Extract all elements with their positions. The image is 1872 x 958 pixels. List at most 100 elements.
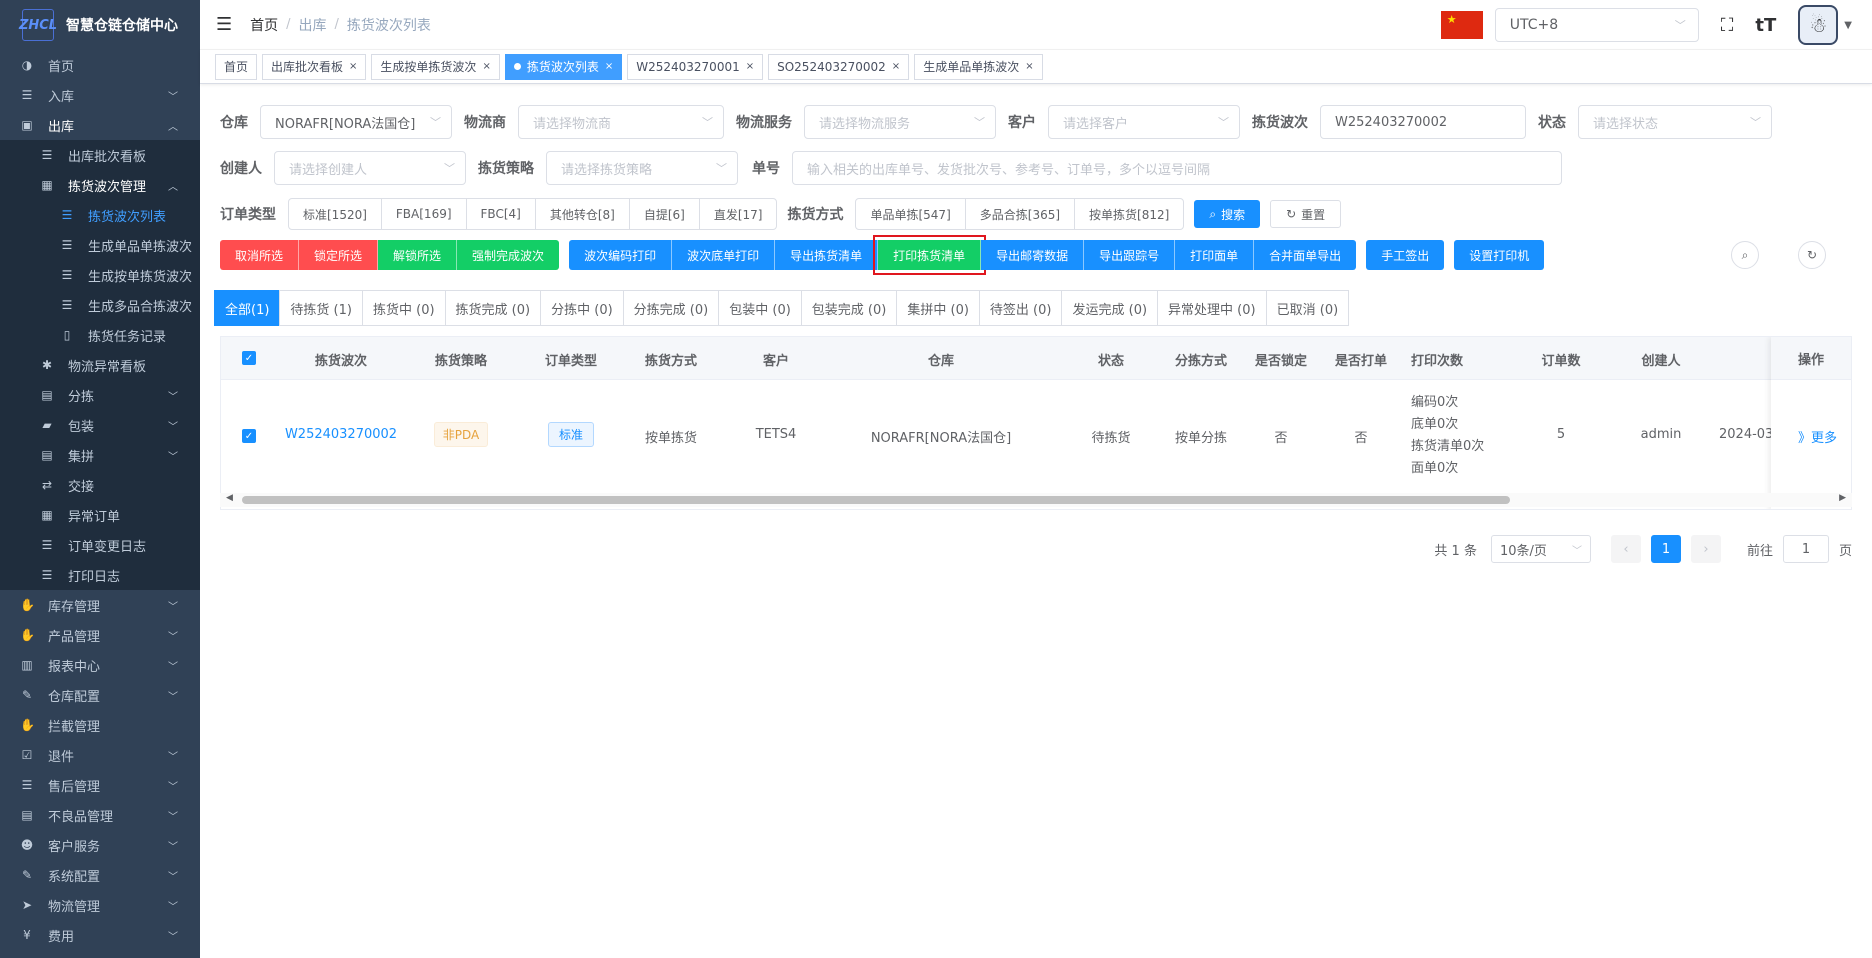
sidebar-item-16[interactable]: ☰ 订单变更日志	[0, 530, 200, 560]
action-button-print-4[interactable]: 导出邮寄数据	[981, 240, 1085, 270]
tab-6[interactable]: 生成单品单拣波次 ×	[914, 53, 1043, 80]
close-icon[interactable]: ×	[605, 61, 613, 72]
tab-0[interactable]: 首页	[215, 53, 258, 80]
wave-link[interactable]: W252403270002	[281, 427, 401, 442]
tab-2[interactable]: 生成按单拣货波次 ×	[371, 53, 500, 80]
prev-page-button[interactable]: ‹	[1610, 535, 1641, 563]
status-tab-12[interactable]: 已取消 (0)	[1265, 290, 1350, 326]
scroll-left-icon[interactable]: ◀	[226, 493, 233, 503]
sidebar-item-6[interactable]: ☰ 生成单品单拣波次	[0, 230, 200, 260]
search-toggle-icon[interactable]: ⌕	[1731, 241, 1759, 269]
pick-mode-option-1[interactable]: 多品合拣[365]	[964, 198, 1076, 230]
scroll-thumb[interactable]	[242, 496, 1510, 504]
breadcrumb-outbound[interactable]: 出库	[299, 15, 327, 35]
status-tab-4[interactable]: 分拣中 (0)	[540, 290, 624, 326]
sidebar-item-24[interactable]: ☰ 售后管理 ﹀	[0, 770, 200, 800]
china-flag-icon[interactable]: ★	[1440, 11, 1483, 39]
status-tab-7[interactable]: 包装完成 (0)	[800, 290, 898, 326]
order-number-input[interactable]: 输入相关的出库单号、发货批次号、参考号、订单号，多个以逗号间隔	[792, 151, 1562, 185]
sidebar-item-10[interactable]: ✱ 物流异常看板	[0, 350, 200, 380]
wave-input[interactable]: W252403270002	[1320, 105, 1526, 139]
order-type-option-2[interactable]: FBC[4]	[465, 198, 536, 230]
set-printer-button[interactable]: 设置打印机	[1454, 240, 1545, 270]
timezone-select[interactable]: UTC+8 ﹀	[1494, 8, 1699, 42]
status-tab-9[interactable]: 待签出 (0)	[978, 290, 1063, 326]
caret-down-icon[interactable]: ▼	[1844, 20, 1852, 31]
pick-mode-option-0[interactable]: 单品单拣[547]	[855, 198, 966, 230]
tab-5[interactable]: SO252403270002 ×	[768, 53, 910, 80]
sidebar-item-7[interactable]: ☰ 生成按单拣货波次	[0, 260, 200, 290]
customer-select[interactable]: 请选择客户 ﹀	[1048, 105, 1240, 139]
order-type-option-0[interactable]: 标准[1520]	[288, 198, 382, 230]
status-tab-8[interactable]: 集拼中 (0)	[896, 290, 980, 326]
sidebar-item-2[interactable]: ▣ 出库 ︿	[0, 110, 200, 140]
hamburger-icon[interactable]: ☰	[216, 14, 232, 35]
order-type-option-5[interactable]: 直发[17]	[698, 198, 778, 230]
table-row[interactable]: ✓ W252403270002 非PDA 标准 按单拣货 TETS4 NORAF…	[221, 380, 1851, 493]
sidebar-item-22[interactable]: ✋ 拦截管理	[0, 710, 200, 740]
sidebar-item-0[interactable]: ◑ 首页	[0, 50, 200, 80]
scroll-right-icon[interactable]: ▶	[1839, 493, 1846, 503]
page-size-select[interactable]: 10条/页 ﹀	[1490, 535, 1591, 563]
action-button-print-1[interactable]: 波次底单打印	[672, 240, 776, 270]
status-tab-2[interactable]: 拣货中 (0)	[361, 290, 446, 326]
sidebar-item-21[interactable]: ✎ 仓库配置 ﹀	[0, 680, 200, 710]
font-size-icon[interactable]: tT	[1755, 15, 1776, 36]
status-tab-5[interactable]: 分拣完成 (0)	[622, 290, 720, 326]
status-tab-10[interactable]: 发运完成 (0)	[1061, 290, 1159, 326]
sidebar-item-26[interactable]: ☻ 客户服务 ﹀	[0, 830, 200, 860]
status-tab-0[interactable]: 全部(1)	[214, 290, 281, 326]
sidebar-item-4[interactable]: ▦ 拣货波次管理 ︿	[0, 170, 200, 200]
creator-select[interactable]: 请选择创建人 ﹀	[274, 151, 466, 185]
status-tab-11[interactable]: 异常处理中 (0)	[1157, 290, 1267, 326]
sidebar-item-14[interactable]: ⇄ 交接	[0, 470, 200, 500]
sidebar-item-23[interactable]: ☑ 退件 ﹀	[0, 740, 200, 770]
sidebar-item-28[interactable]: ➤ 物流管理 ﹀	[0, 890, 200, 920]
action-button-print-6[interactable]: 打印面单	[1175, 240, 1255, 270]
sidebar-item-9[interactable]: ▯ 拣货任务记录	[0, 320, 200, 350]
close-icon[interactable]: ×	[746, 61, 754, 72]
fullscreen-icon[interactable]: ⛶	[1721, 15, 1734, 36]
next-page-button[interactable]: ›	[1690, 535, 1721, 563]
status-tab-3[interactable]: 拣货完成 (0)	[444, 290, 542, 326]
reset-button[interactable]: ↻ 重置	[1270, 200, 1342, 228]
app-logo[interactable]: ZHCL 智慧仓链仓储中心	[0, 0, 200, 50]
goto-input[interactable]: 1	[1782, 535, 1829, 563]
action-button-2[interactable]: 解锁所选	[378, 240, 458, 270]
service-select[interactable]: 请选择物流服务 ﹀	[804, 105, 996, 139]
sidebar-item-12[interactable]: ▰ 包装 ﹀	[0, 410, 200, 440]
sidebar-item-3[interactable]: ☰ 出库批次看板	[0, 140, 200, 170]
refresh-icon[interactable]: ↻	[1798, 241, 1826, 269]
action-button-1[interactable]: 锁定所选	[299, 240, 379, 270]
action-button-print-0[interactable]: 波次编码打印	[569, 240, 673, 270]
order-type-option-3[interactable]: 其他转仓[8]	[534, 198, 630, 230]
page-1-button[interactable]: 1	[1650, 535, 1681, 563]
sidebar-item-25[interactable]: ▤ 不良品管理 ﹀	[0, 800, 200, 830]
strategy-select[interactable]: 请选择拣货策略 ﹀	[546, 151, 738, 185]
status-select[interactable]: 请选择状态 ﹀	[1578, 105, 1772, 139]
tab-1[interactable]: 出库批次看板 ×	[262, 53, 367, 80]
action-button-print-7[interactable]: 合并面单导出	[1254, 240, 1357, 270]
status-tab-1[interactable]: 待拣货 (1)	[279, 290, 363, 326]
manual-checkout-button[interactable]: 手工签出	[1366, 240, 1445, 270]
sidebar-item-20[interactable]: ▥ 报表中心 ﹀	[0, 650, 200, 680]
sidebar-item-8[interactable]: ☰ 生成多品合拣波次	[0, 290, 200, 320]
horizontal-scrollbar[interactable]: ◀ ▶	[220, 493, 1852, 507]
tab-3[interactable]: 拣货波次列表 ×	[504, 53, 623, 80]
sidebar-item-17[interactable]: ☰ 打印日志	[0, 560, 200, 590]
action-button-0[interactable]: 取消所选	[220, 240, 300, 270]
order-type-option-4[interactable]: 自提[6]	[628, 198, 700, 230]
tab-4[interactable]: W252403270001 ×	[627, 53, 764, 80]
row-checkbox[interactable]: ✓	[242, 429, 256, 443]
close-icon[interactable]: ×	[1025, 61, 1033, 72]
status-tab-6[interactable]: 包装中 (0)	[718, 290, 802, 326]
order-type-option-1[interactable]: FBA[169]	[380, 198, 467, 230]
breadcrumb-home[interactable]: 首页	[250, 15, 278, 35]
sidebar-item-1[interactable]: ☰ 入库 ﹀	[0, 80, 200, 110]
print-picklist-button[interactable]: 打印拣货清单	[873, 235, 987, 275]
sidebar-item-19[interactable]: ✋ 产品管理 ﹀	[0, 620, 200, 650]
sidebar-item-29[interactable]: ¥ 费用 ﹀	[0, 920, 200, 950]
sidebar-item-5[interactable]: ☰ 拣货波次列表	[0, 200, 200, 230]
avatar[interactable]: ☃	[1798, 5, 1839, 45]
sidebar-item-11[interactable]: ▤ 分拣 ﹀	[0, 380, 200, 410]
